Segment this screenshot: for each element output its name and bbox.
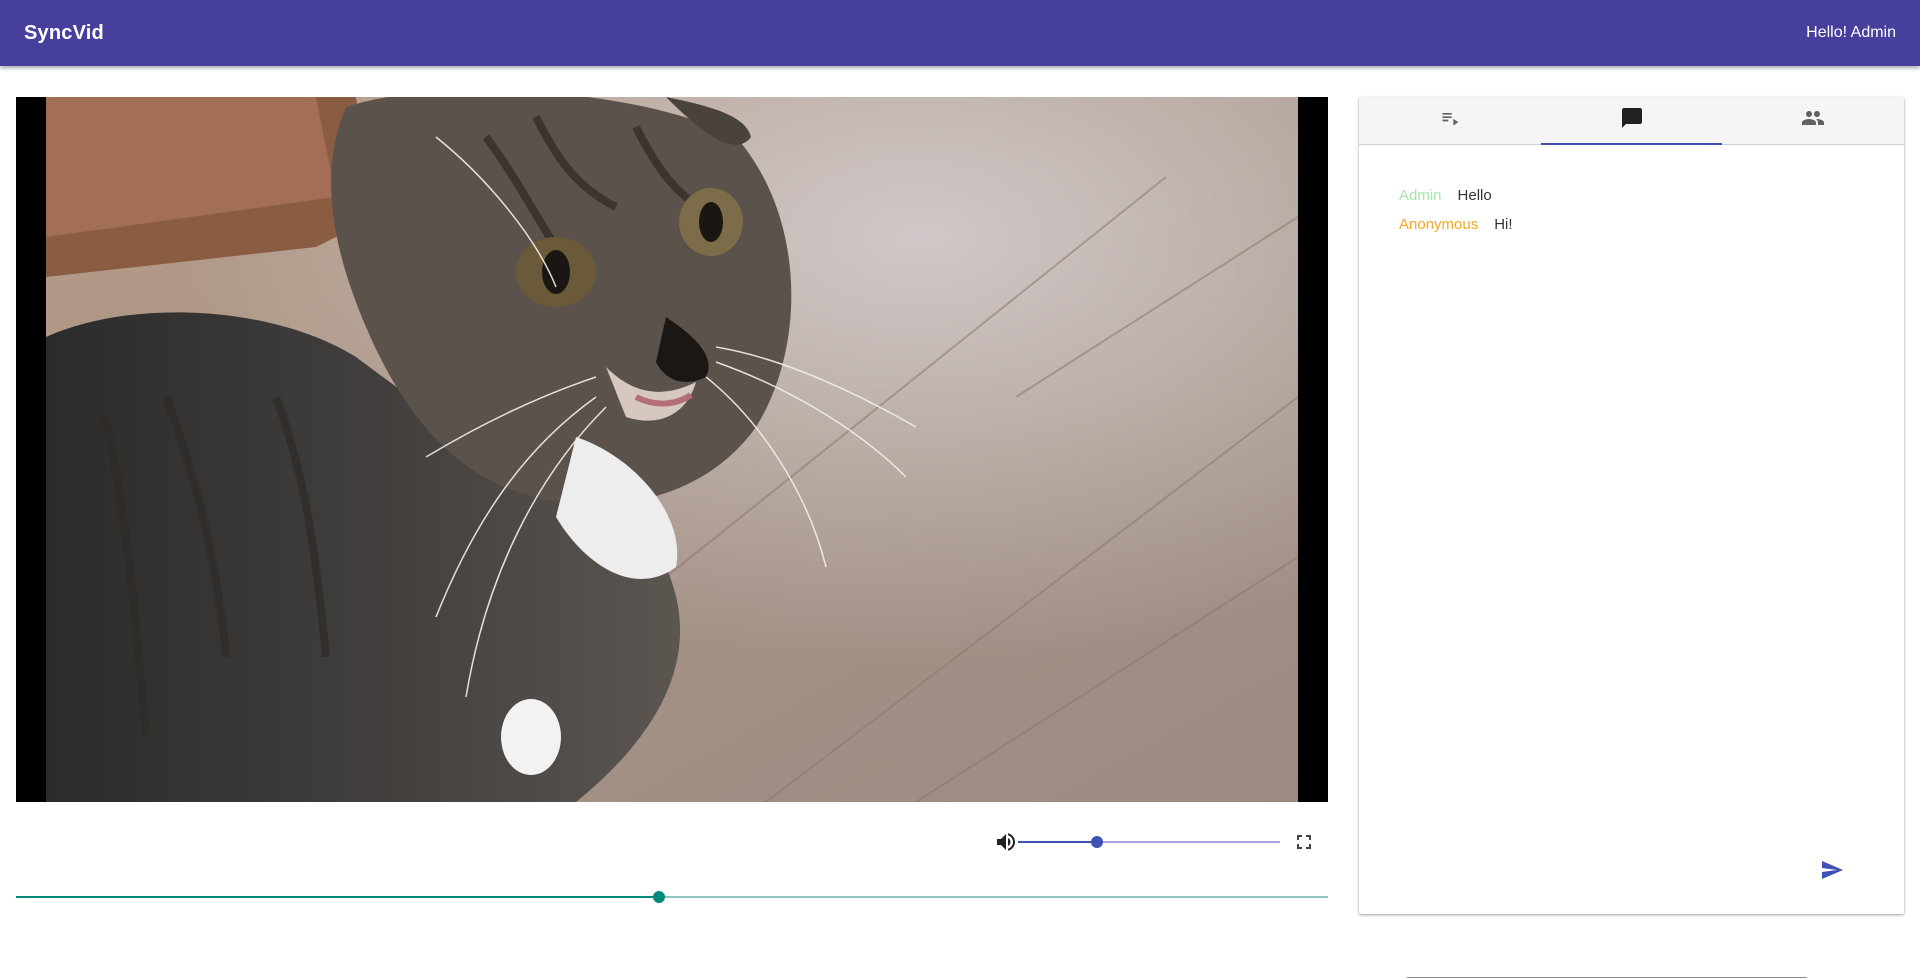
volume-fill [1018, 841, 1097, 843]
app-title[interactable]: SyncVid [24, 22, 104, 45]
panel-tabs [1359, 97, 1904, 145]
chat-message: Admin Hello [1399, 181, 1513, 210]
chat-input[interactable] [1407, 944, 1807, 978]
fullscreen-icon[interactable] [1292, 830, 1316, 854]
send-icon[interactable] [1818, 858, 1846, 882]
side-panel: Admin Hello Anonymous Hi! [1359, 97, 1904, 978]
message-author: Anonymous [1399, 216, 1479, 233]
user-greeting[interactable]: Hello! Admin [1806, 24, 1896, 42]
chat-message: Anonymous Hi! [1399, 210, 1513, 239]
people-icon [1801, 106, 1825, 135]
chat-messages: Admin Hello Anonymous Hi! [1399, 181, 1513, 239]
volume-slider[interactable] [1018, 830, 1280, 854]
tab-playlist[interactable] [1359, 97, 1541, 144]
seek-thumb[interactable] [652, 891, 665, 903]
volume-thumb[interactable] [1090, 836, 1103, 848]
playlist-icon [1440, 108, 1460, 133]
volume-icon[interactable] [994, 830, 1018, 854]
tab-users[interactable] [1722, 97, 1904, 144]
app-bar: SyncVid Hello! Admin [0, 0, 1920, 66]
chat-icon [1620, 106, 1644, 135]
video-player[interactable] [16, 97, 1328, 802]
message-author: Admin [1399, 187, 1442, 204]
message-text: Hi! [1494, 216, 1513, 233]
seek-fill [16, 896, 659, 898]
tab-chat[interactable] [1540, 97, 1723, 145]
video-frame [16, 97, 1328, 802]
seek-slider[interactable] [16, 885, 1328, 909]
message-text: Hello [1457, 187, 1492, 204]
